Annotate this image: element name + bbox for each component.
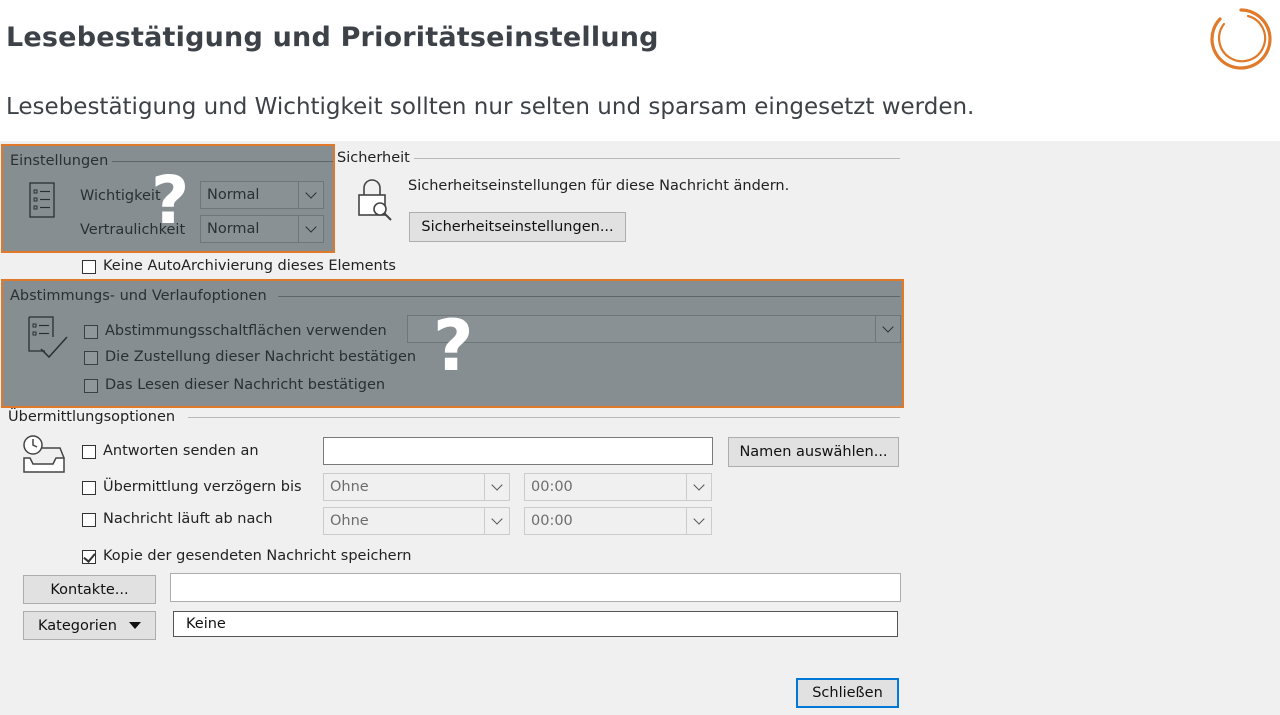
sensitivity-value: Normal [207,221,260,237]
security-description: Sicherheitseinstellungen für diese Nachr… [408,178,790,194]
list-document-icon [29,182,55,218]
categories-button[interactable]: Kategorien [23,611,156,640]
categories-value-field: Keine [173,611,898,637]
overlay-question-mark: ? [433,305,474,387]
delivery-group-line [188,417,900,418]
expires-date-dropdown-button[interactable] [484,508,509,534]
delivery-group-label: Übermittlungsoptionen [8,409,176,425]
contacts-button[interactable]: Kontakte... [23,575,156,604]
chevron-down-icon [305,221,317,233]
delay-delivery-label: Übermittlung verzögern bis [103,479,302,495]
save-copy-label: Kopie der gesendeten Nachricht speichern [103,548,412,564]
delivery-receipt-checkbox[interactable] [84,351,98,365]
voting-group-label: Abstimmungs- und Verlaufoptionen [10,288,267,304]
message-options-dialog: Sicherheit Sicherheitseinstellungen für … [0,141,1280,715]
delay-date-dropdown-button[interactable] [484,474,509,500]
security-group-label: Sicherheit [337,150,410,166]
expires-time-dropdown-button[interactable] [686,508,711,534]
expires-checkbox[interactable] [82,513,96,527]
select-names-button[interactable]: Namen auswählen... [728,437,899,467]
voting-group-line [278,296,900,297]
voting-buttons-checkbox[interactable] [84,325,98,339]
importance-dropdown-button[interactable] [298,182,323,208]
importance-value: Normal [207,187,260,203]
delivery-clock-tray-icon [23,435,65,473]
chevron-down-icon [882,321,894,333]
categories-button-label: Kategorien [38,617,117,634]
no-autoarchive-checkbox[interactable] [82,260,96,274]
delay-delivery-checkbox[interactable] [82,481,96,495]
delay-date-combo[interactable]: Ohne [323,473,510,501]
caret-down-icon [128,621,141,629]
contacts-input[interactable] [170,573,901,602]
chevron-down-icon [693,479,705,491]
overlay-question-mark: ? [151,162,190,239]
replies-to-input[interactable] [323,437,713,465]
settings-overlay: Einstellungen Wichtigkeit Normal Vertrau… [1,144,335,253]
expires-date-combo[interactable]: Ohne [323,507,510,535]
slide-title: Lesebestätigung und Prioritätseinstellun… [6,22,659,53]
voting-buttons-dropdown-button[interactable] [875,316,900,342]
brand-logo-icon [1210,8,1272,70]
lock-key-icon [358,179,392,221]
list-check-icon [28,316,68,359]
read-receipt-label: Das Lesen dieser Nachricht bestätigen [105,377,386,393]
close-button[interactable]: Schließen [796,678,899,708]
voting-overlay: Abstimmungs- und Verlaufoptionen Abstimm… [1,279,904,408]
read-receipt-checkbox[interactable] [84,379,98,393]
slide-subtitle: Lesebestätigung und Wichtigkeit sollten … [6,94,975,120]
chevron-down-icon [491,479,503,491]
importance-combo[interactable]: Normal [200,181,324,209]
chevron-down-icon [491,513,503,525]
sensitivity-dropdown-button[interactable] [298,216,323,242]
voting-buttons-label: Abstimmungsschaltflächen verwenden [105,323,387,339]
voting-buttons-combo[interactable] [407,315,901,343]
importance-label: Wichtigkeit [80,188,161,204]
delay-time-dropdown-button[interactable] [686,474,711,500]
no-autoarchive-label: Keine AutoArchivierung dieses Elements [103,258,396,274]
delivery-receipt-label: Die Zustellung dieser Nachricht bestätig… [105,349,417,365]
replies-to-checkbox[interactable] [82,445,96,459]
delay-date-value: Ohne [330,479,369,495]
replies-to-label: Antworten senden an [103,443,259,459]
delay-time-value: 00:00 [531,479,573,495]
expires-date-value: Ohne [330,513,369,529]
save-copy-checkbox[interactable] [82,550,96,564]
expires-time-combo[interactable]: 00:00 [524,507,712,535]
expires-time-value: 00:00 [531,513,573,529]
expires-label: Nachricht läuft ab nach [103,511,273,527]
sensitivity-combo[interactable]: Normal [200,215,324,243]
settings-group-label: Einstellungen [10,153,109,169]
settings-group-line [112,161,333,162]
chevron-down-icon [305,187,317,199]
delay-time-combo[interactable]: 00:00 [524,473,712,501]
security-settings-button[interactable]: Sicherheitseinstellungen... [409,212,626,242]
chevron-down-icon [693,513,705,525]
security-group-line [414,158,900,159]
